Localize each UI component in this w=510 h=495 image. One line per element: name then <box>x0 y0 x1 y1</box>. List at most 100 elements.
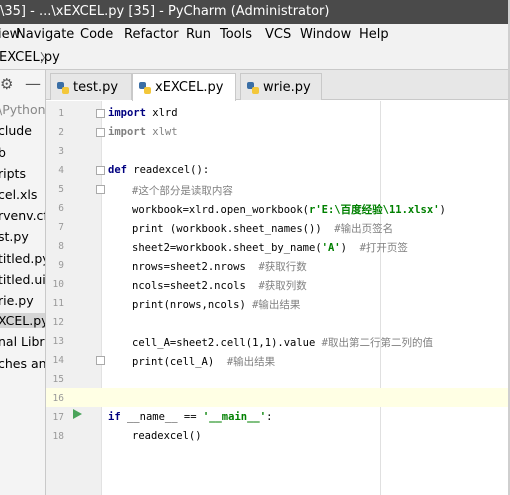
right-margin-guide <box>380 101 381 495</box>
python-file-icon <box>139 82 151 94</box>
project-tree-item[interactable]: rvenv.cfg <box>0 208 45 223</box>
code-line: def readexcel(): <box>108 164 209 176</box>
code-text: print (workbook.sheet_names()) <box>132 223 335 235</box>
line-number: 2 <box>58 127 64 138</box>
menu-run[interactable]: Run <box>186 24 211 46</box>
tab-label: xEXCEL.py <box>155 80 224 95</box>
window-title: \35] - ...\xEXCEL.py [35] - PyCharm (Adm… <box>0 4 330 19</box>
code-line: if __name__ == '__main__': <box>108 411 272 423</box>
menu-code[interactable]: Code <box>80 24 113 46</box>
code-text: : <box>266 411 273 423</box>
code-line: print(nrows,ncols) #输出结果 <box>132 297 300 312</box>
menu-help[interactable]: Help <box>359 24 389 46</box>
project-tree-item-selected[interactable]: XCEL.py <box>0 313 45 328</box>
line-number: 14 <box>52 355 64 366</box>
python-file-icon <box>247 82 259 94</box>
code-comment: #获取行数 <box>258 261 307 273</box>
menu-window[interactable]: Window <box>300 24 351 46</box>
code-line: import xlrd <box>108 107 178 119</box>
line-number: 3 <box>58 146 64 157</box>
line-number: 16 <box>52 393 64 404</box>
project-tree-item[interactable]: rie.py <box>0 293 34 308</box>
code-line: nrows=sheet2.nrows #获取行数 <box>132 259 307 274</box>
code-text: workbook=xlrd.open_workbook( <box>132 204 310 216</box>
code-comment: #输出页签名 <box>334 223 394 235</box>
project-tree-item[interactable]: b <box>0 145 6 160</box>
editor-tabs: test.py xEXCEL.py wrie.py <box>46 70 510 101</box>
project-tree-item[interactable]: \PythonW <box>0 102 45 117</box>
current-line-highlight <box>46 388 510 407</box>
project-tree-item[interactable]: titled.py <box>0 251 45 266</box>
tab-test-py[interactable]: test.py <box>50 73 132 100</box>
line-number: 15 <box>52 374 64 385</box>
code-text: readexcel(): <box>126 164 210 176</box>
menu-refactor[interactable]: Refactor <box>124 24 179 46</box>
menu-navigate[interactable]: Navigate <box>16 24 74 46</box>
collapse-icon[interactable]: — <box>25 74 41 93</box>
breadcrumb-chevron-icon: 〉 <box>40 51 53 65</box>
line-number: 17 <box>52 412 64 423</box>
code-line: sheet2=workbook.sheet_by_name('A') #打开页签 <box>132 240 408 255</box>
line-number: 4 <box>58 165 64 176</box>
line-number: 6 <box>58 203 64 214</box>
fold-marker-icon[interactable] <box>96 166 105 175</box>
line-number: 1 <box>58 108 64 119</box>
code-string: r'E:\百度经验\11.xlsx' <box>309 204 440 216</box>
code-keyword: if <box>108 411 121 423</box>
line-number: 7 <box>58 222 64 233</box>
code-text: print(cell_A) <box>132 356 227 368</box>
window-title-bar: \35] - ...\xEXCEL.py [35] - PyCharm (Adm… <box>0 0 510 24</box>
code-text: __name__ == <box>120 411 203 423</box>
code-comment: #这个部分是读取内容 <box>132 185 233 197</box>
code-line: print(cell_A) #输出结果 <box>132 354 275 369</box>
project-tree-item[interactable]: ripts <box>0 166 26 181</box>
tab-label: test.py <box>73 80 119 95</box>
project-tree-item[interactable]: titled.ui <box>0 272 45 287</box>
line-number: 18 <box>52 431 64 442</box>
code-line: readexcel() <box>132 430 202 442</box>
line-number: 5 <box>58 184 64 195</box>
code-text: cell_A=sheet2.cell(1,1).value <box>132 337 322 349</box>
code-comment: #打开页签 <box>359 242 408 254</box>
line-number: 12 <box>52 317 64 328</box>
fold-marker-icon[interactable] <box>96 185 105 194</box>
line-number: 9 <box>58 260 64 271</box>
tab-xexcel-py[interactable]: xEXCEL.py <box>132 73 236 101</box>
code-text: readexcel() <box>132 430 202 442</box>
code-text: print(nrows,ncols) <box>132 299 253 311</box>
code-line: cell_A=sheet2.cell(1,1).value #取出第二行第二列的… <box>132 335 433 350</box>
menu-vcs[interactable]: VCS <box>265 24 291 46</box>
project-toolbar: ⚙ — <box>0 70 45 100</box>
gear-icon[interactable]: ⚙ <box>0 75 13 93</box>
line-number: 11 <box>52 298 64 309</box>
code-keyword: import <box>108 107 146 119</box>
run-icon[interactable] <box>73 409 82 419</box>
tab-wrie-py[interactable]: wrie.py <box>240 73 322 100</box>
code-comment: #输出结果 <box>226 356 276 368</box>
fold-marker-icon[interactable] <box>96 109 105 118</box>
menu-tools[interactable]: Tools <box>220 24 252 46</box>
project-tree-item[interactable]: cel.xls <box>0 187 37 202</box>
code-line: import xlwt <box>108 126 178 138</box>
fold-marker-icon[interactable] <box>96 128 105 137</box>
tab-label: wrie.py <box>263 80 311 95</box>
project-tool-window: ⚙ — \PythonW clude b ripts cel.xls rvenv… <box>0 70 46 495</box>
code-comment: #获取列数 <box>258 280 307 292</box>
project-tree-item[interactable]: clude <box>0 123 32 138</box>
project-tree-item[interactable]: nal Libra <box>0 334 45 349</box>
code-string: '__main__' <box>202 411 267 423</box>
project-tree-item[interactable]: st.py <box>0 229 29 244</box>
code-keyword: def <box>108 164 127 176</box>
menu-bar: iew Navigate Code Refactor Run Tools VCS… <box>0 24 510 46</box>
project-tree-item[interactable]: ches and <box>0 356 45 371</box>
code-comment: #取出第二行第二列的值 <box>321 337 433 349</box>
code-line: workbook=xlrd.open_workbook(r'E:\百度经验\11… <box>132 202 446 217</box>
code-line: print (workbook.sheet_names()) #输出页签名 <box>132 221 393 236</box>
code-text: nrows=sheet2.nrows <box>132 261 259 273</box>
code-line: #这个部分是读取内容 <box>132 183 233 198</box>
python-file-icon <box>57 82 69 94</box>
code-comment: #输出结果 <box>252 299 301 311</box>
fold-marker-icon[interactable] <box>96 356 105 365</box>
code-text: ncols=sheet2.ncols <box>132 280 259 292</box>
code-text: ) <box>340 242 360 254</box>
